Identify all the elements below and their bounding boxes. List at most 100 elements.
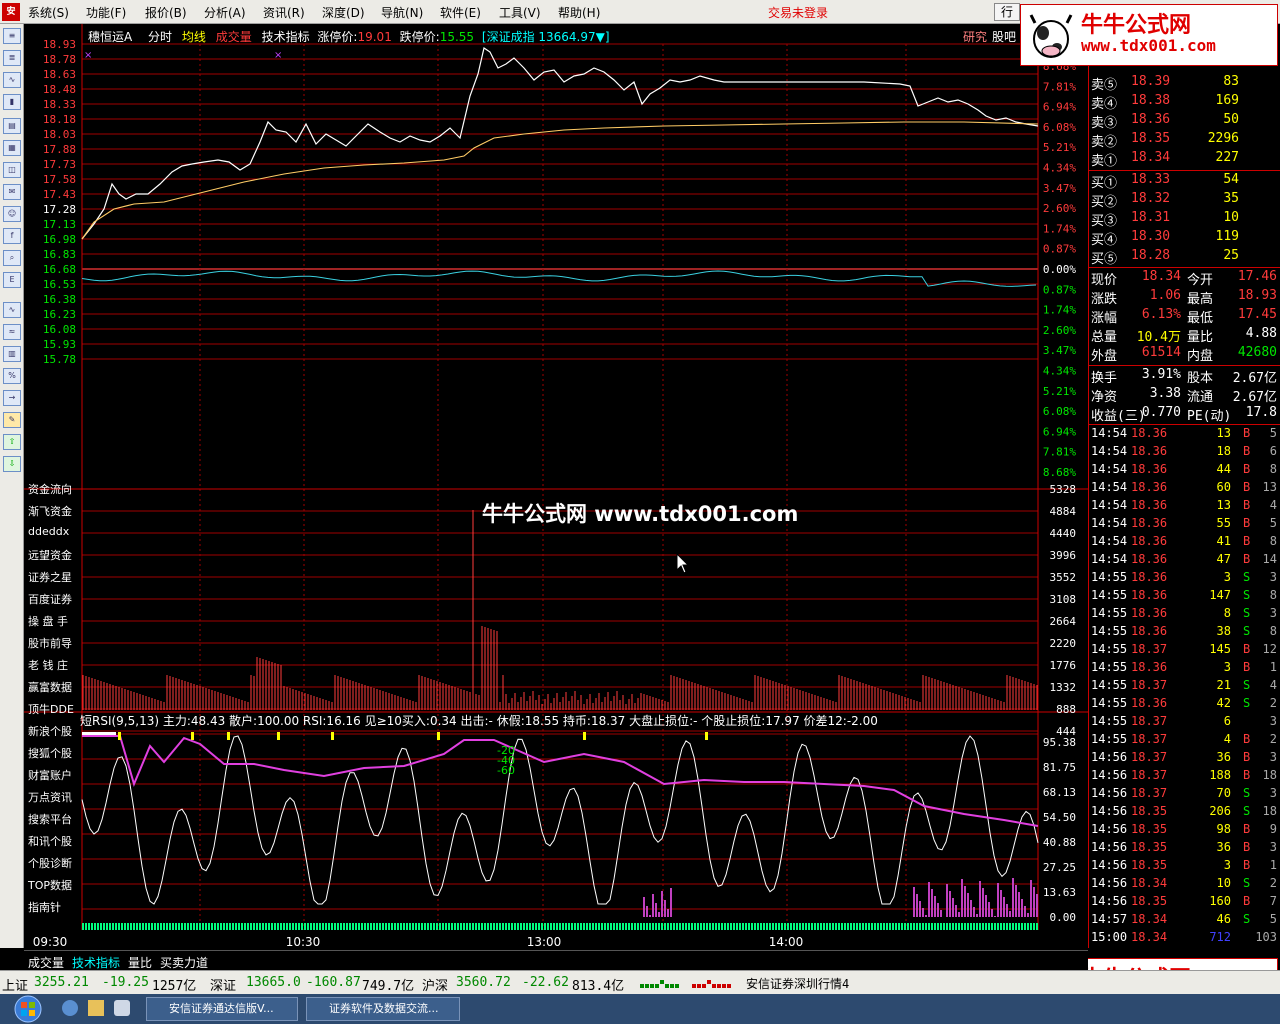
report-icon[interactable]: ▤	[3, 118, 21, 134]
state-bar	[1000, 923, 1002, 930]
tick-time: 14:55	[1091, 570, 1128, 584]
tick-price: 18.37	[1131, 768, 1168, 782]
tick-time: 14:55	[1091, 696, 1128, 710]
tab-forum[interactable]: 股吧	[992, 28, 1016, 45]
state-bar	[208, 923, 210, 930]
state-bar	[163, 923, 165, 930]
broker-quote-server[interactable]: 安信证券深圳行情4	[746, 975, 849, 992]
state-bar	[133, 923, 135, 930]
state-bar	[244, 923, 246, 930]
state-bar	[802, 923, 804, 930]
tab-bottom-volume-ratio[interactable]: 量比	[128, 954, 152, 971]
multi-chart-icon[interactable]: ▥	[3, 346, 21, 362]
state-bar	[169, 923, 171, 930]
side-menu-item[interactable]: 新浪个股	[28, 723, 72, 739]
menu-help[interactable]: 帮助(H)	[558, 4, 600, 21]
compare-icon[interactable]: ≈	[3, 324, 21, 340]
chart-area[interactable]: × × 18.93 18.78 18.63 18.48 18.33 18.18 18.03 17.…	[24, 24, 1088, 948]
index-info[interactable]: [深证成指 13664.97▼]	[482, 30, 610, 44]
index-hs-name[interactable]: 沪深	[422, 975, 448, 994]
trend-icon[interactable]: ∿	[3, 302, 21, 318]
state-bar	[1006, 923, 1008, 930]
side-menu-item[interactable]: 和讯个股	[28, 833, 72, 849]
tab-volume[interactable]: 成交量	[216, 30, 252, 44]
state-bar	[526, 923, 528, 930]
arrow-down-icon[interactable]: ⇩	[3, 456, 21, 472]
quote-list-icon[interactable]: ≡	[3, 28, 21, 44]
side-menu-item[interactable]: 操 盘 手	[28, 613, 68, 629]
side-menu-item[interactable]: 资金流向	[28, 481, 72, 497]
stock-list-icon[interactable]: ≣	[3, 50, 21, 66]
tab-minute[interactable]: 分时	[148, 30, 172, 44]
formula-icon[interactable]: f	[3, 228, 21, 244]
trade-login-status[interactable]: 交易未登录	[768, 4, 828, 21]
news-icon[interactable]: ✉	[3, 184, 21, 200]
tab-indicator[interactable]: 技术指标	[262, 30, 310, 44]
menu-analysis[interactable]: 分析(A)	[204, 4, 246, 21]
state-bar	[790, 923, 792, 930]
task-forum[interactable]: 证券软件及数据交流...	[306, 997, 460, 1021]
side-menu-item[interactable]: 搜索平台	[28, 811, 72, 827]
sector-icon[interactable]: ◫	[3, 162, 21, 178]
index-sz-name[interactable]: 深证	[210, 975, 236, 994]
task-tdx[interactable]: 安信证券通达信版V...	[146, 997, 298, 1021]
menu-depth[interactable]: 深度(D)	[322, 4, 365, 21]
users-icon[interactable]: ☺	[3, 206, 21, 222]
side-menu-item[interactable]: 个股诊断	[28, 855, 72, 871]
explorer-icon[interactable]	[88, 1000, 104, 1016]
app-icon[interactable]	[114, 1000, 130, 1016]
tab-avg-line[interactable]: 均线	[182, 30, 206, 44]
tab-research[interactable]: 研究	[963, 28, 987, 45]
quote-mode-button[interactable]: 行	[994, 3, 1020, 21]
state-bar	[835, 923, 837, 930]
stat-label: 现价	[1091, 273, 1118, 288]
state-bar	[679, 923, 681, 930]
kline-chart-icon[interactable]: ▮	[3, 94, 21, 110]
menu-info[interactable]: 资讯(R)	[263, 4, 305, 21]
side-menu-item[interactable]: 证券之星	[28, 569, 72, 585]
volume-axis-label: 3996	[1050, 549, 1077, 562]
menu-tools[interactable]: 工具(V)	[499, 4, 541, 21]
tab-bottom-indicator[interactable]: 技术指标	[72, 954, 120, 971]
side-menu-item[interactable]: TOP数据	[28, 877, 72, 893]
import-icon[interactable]: →	[3, 390, 21, 406]
state-bar	[253, 923, 255, 930]
tab-bottom-volume[interactable]: 成交量	[28, 954, 64, 971]
side-menu-item[interactable]: 万点资讯	[28, 789, 72, 805]
ranking-icon[interactable]: ▦	[3, 140, 21, 156]
side-menu-item[interactable]: 赢富数据	[28, 679, 72, 695]
windows-start-icon[interactable]	[8, 995, 48, 1023]
state-bar	[838, 923, 840, 930]
menu-navigate[interactable]: 导航(N)	[381, 4, 423, 21]
menu-system[interactable]: 系统(S)	[28, 4, 69, 21]
menu-function[interactable]: 功能(F)	[86, 4, 126, 21]
index-sh-name[interactable]: 上证	[2, 975, 28, 994]
stat-label: 流通	[1187, 390, 1214, 405]
side-menu-item[interactable]: 股市前导	[28, 635, 72, 651]
state-bar	[334, 923, 336, 930]
limit-up-label: 涨停价:	[317, 30, 358, 44]
side-menu-item[interactable]: 远望资金	[28, 547, 72, 563]
pencil-icon[interactable]: ✎	[3, 412, 21, 428]
percent-icon[interactable]: %	[3, 368, 21, 384]
side-menu-item[interactable]: ddeddx	[28, 525, 69, 538]
side-menu-item[interactable]: 财富账户	[28, 767, 72, 783]
index-sh-value: 3255.21	[34, 975, 89, 990]
side-menu-item[interactable]: 百度证券	[28, 591, 72, 607]
minute-chart-icon[interactable]: ∿	[3, 72, 21, 88]
tab-bottom-buy-sell-power[interactable]: 买卖力道	[160, 954, 208, 971]
state-bar	[205, 923, 207, 930]
etf-icon[interactable]: E	[3, 272, 21, 288]
side-menu-item[interactable]: 渐飞资金	[28, 503, 72, 519]
tick-direction: B	[1243, 894, 1251, 908]
arrow-up-icon[interactable]: ⇧	[3, 434, 21, 450]
search-icon[interactable]: ⌕	[3, 250, 21, 266]
side-menu-item[interactable]: 顶牛DDE	[28, 701, 74, 717]
ie-icon[interactable]	[62, 1000, 78, 1016]
side-menu-item[interactable]: 指南针	[28, 899, 61, 915]
menu-software[interactable]: 软件(E)	[440, 4, 481, 21]
side-menu-item[interactable]: 搜狐个股	[28, 745, 72, 761]
tick-volume: 46	[1216, 912, 1231, 926]
side-menu-item[interactable]: 老 钱 庄	[28, 657, 68, 673]
menu-quote[interactable]: 报价(B)	[145, 4, 187, 21]
